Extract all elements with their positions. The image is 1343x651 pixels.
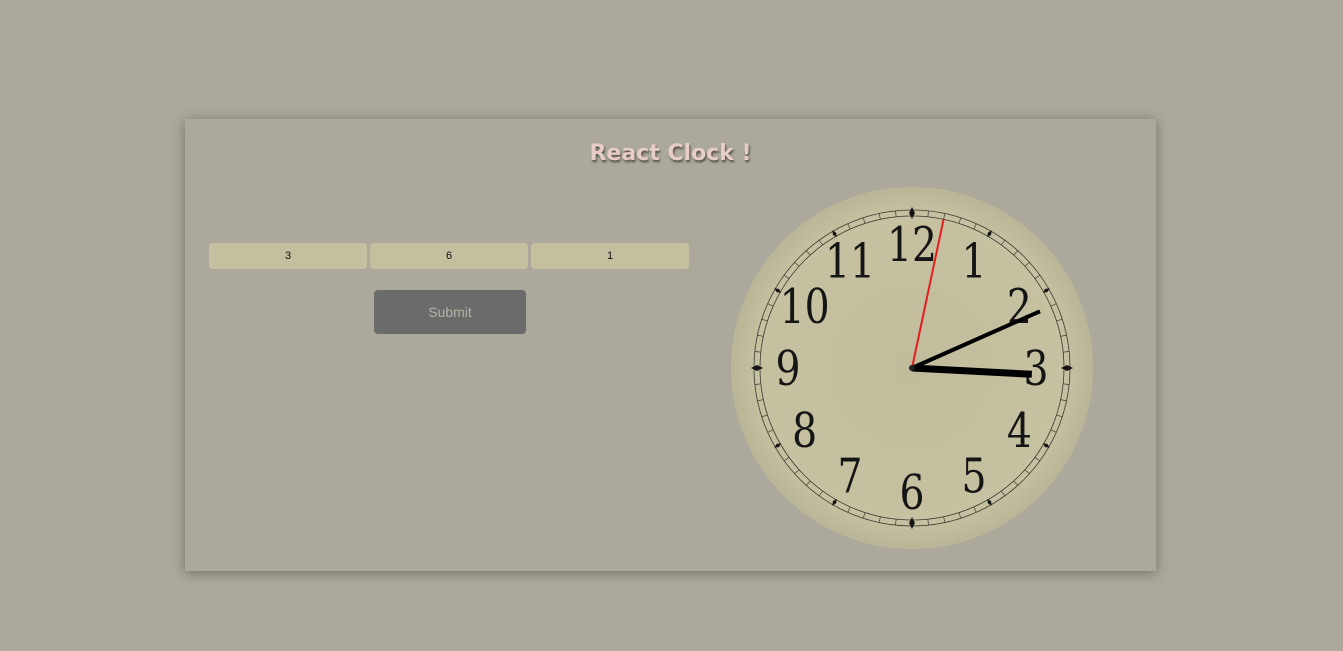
clock-face-svg: 12 12 3 45678 9 1011 [731, 187, 1093, 549]
clock-numeral: 5 [961, 449, 986, 505]
clock-numeral: 6 [899, 465, 924, 521]
clock-card: React Clock ! Submit 12 12 3 45678 9 1011 [185, 119, 1156, 571]
clock-numeral: 1 [961, 234, 986, 290]
clock-numeral: 12 [887, 217, 937, 273]
submit-button[interactable]: Submit [374, 290, 526, 334]
clock-numeral: 2 [1007, 279, 1032, 335]
clock-numeral: 11 [825, 234, 875, 290]
clock-numeral: 7 [837, 449, 862, 505]
hours-input[interactable] [209, 243, 367, 269]
clock-numeral: 4 [1007, 403, 1032, 459]
clock-center-pin [909, 365, 915, 371]
analog-clock: 12 1 2 3 4 5 6 7 8 9 10 11 [730, 186, 1094, 550]
page-title: React Clock ! [589, 141, 752, 166]
clock-numeral: 3 [1023, 341, 1048, 397]
clock-numeral: 9 [775, 341, 800, 397]
clock-numeral: 8 [792, 403, 817, 459]
seconds-input[interactable] [531, 243, 689, 269]
minutes-input[interactable] [370, 243, 528, 269]
time-inputs [209, 243, 689, 269]
clock-numeral: 10 [780, 279, 830, 335]
